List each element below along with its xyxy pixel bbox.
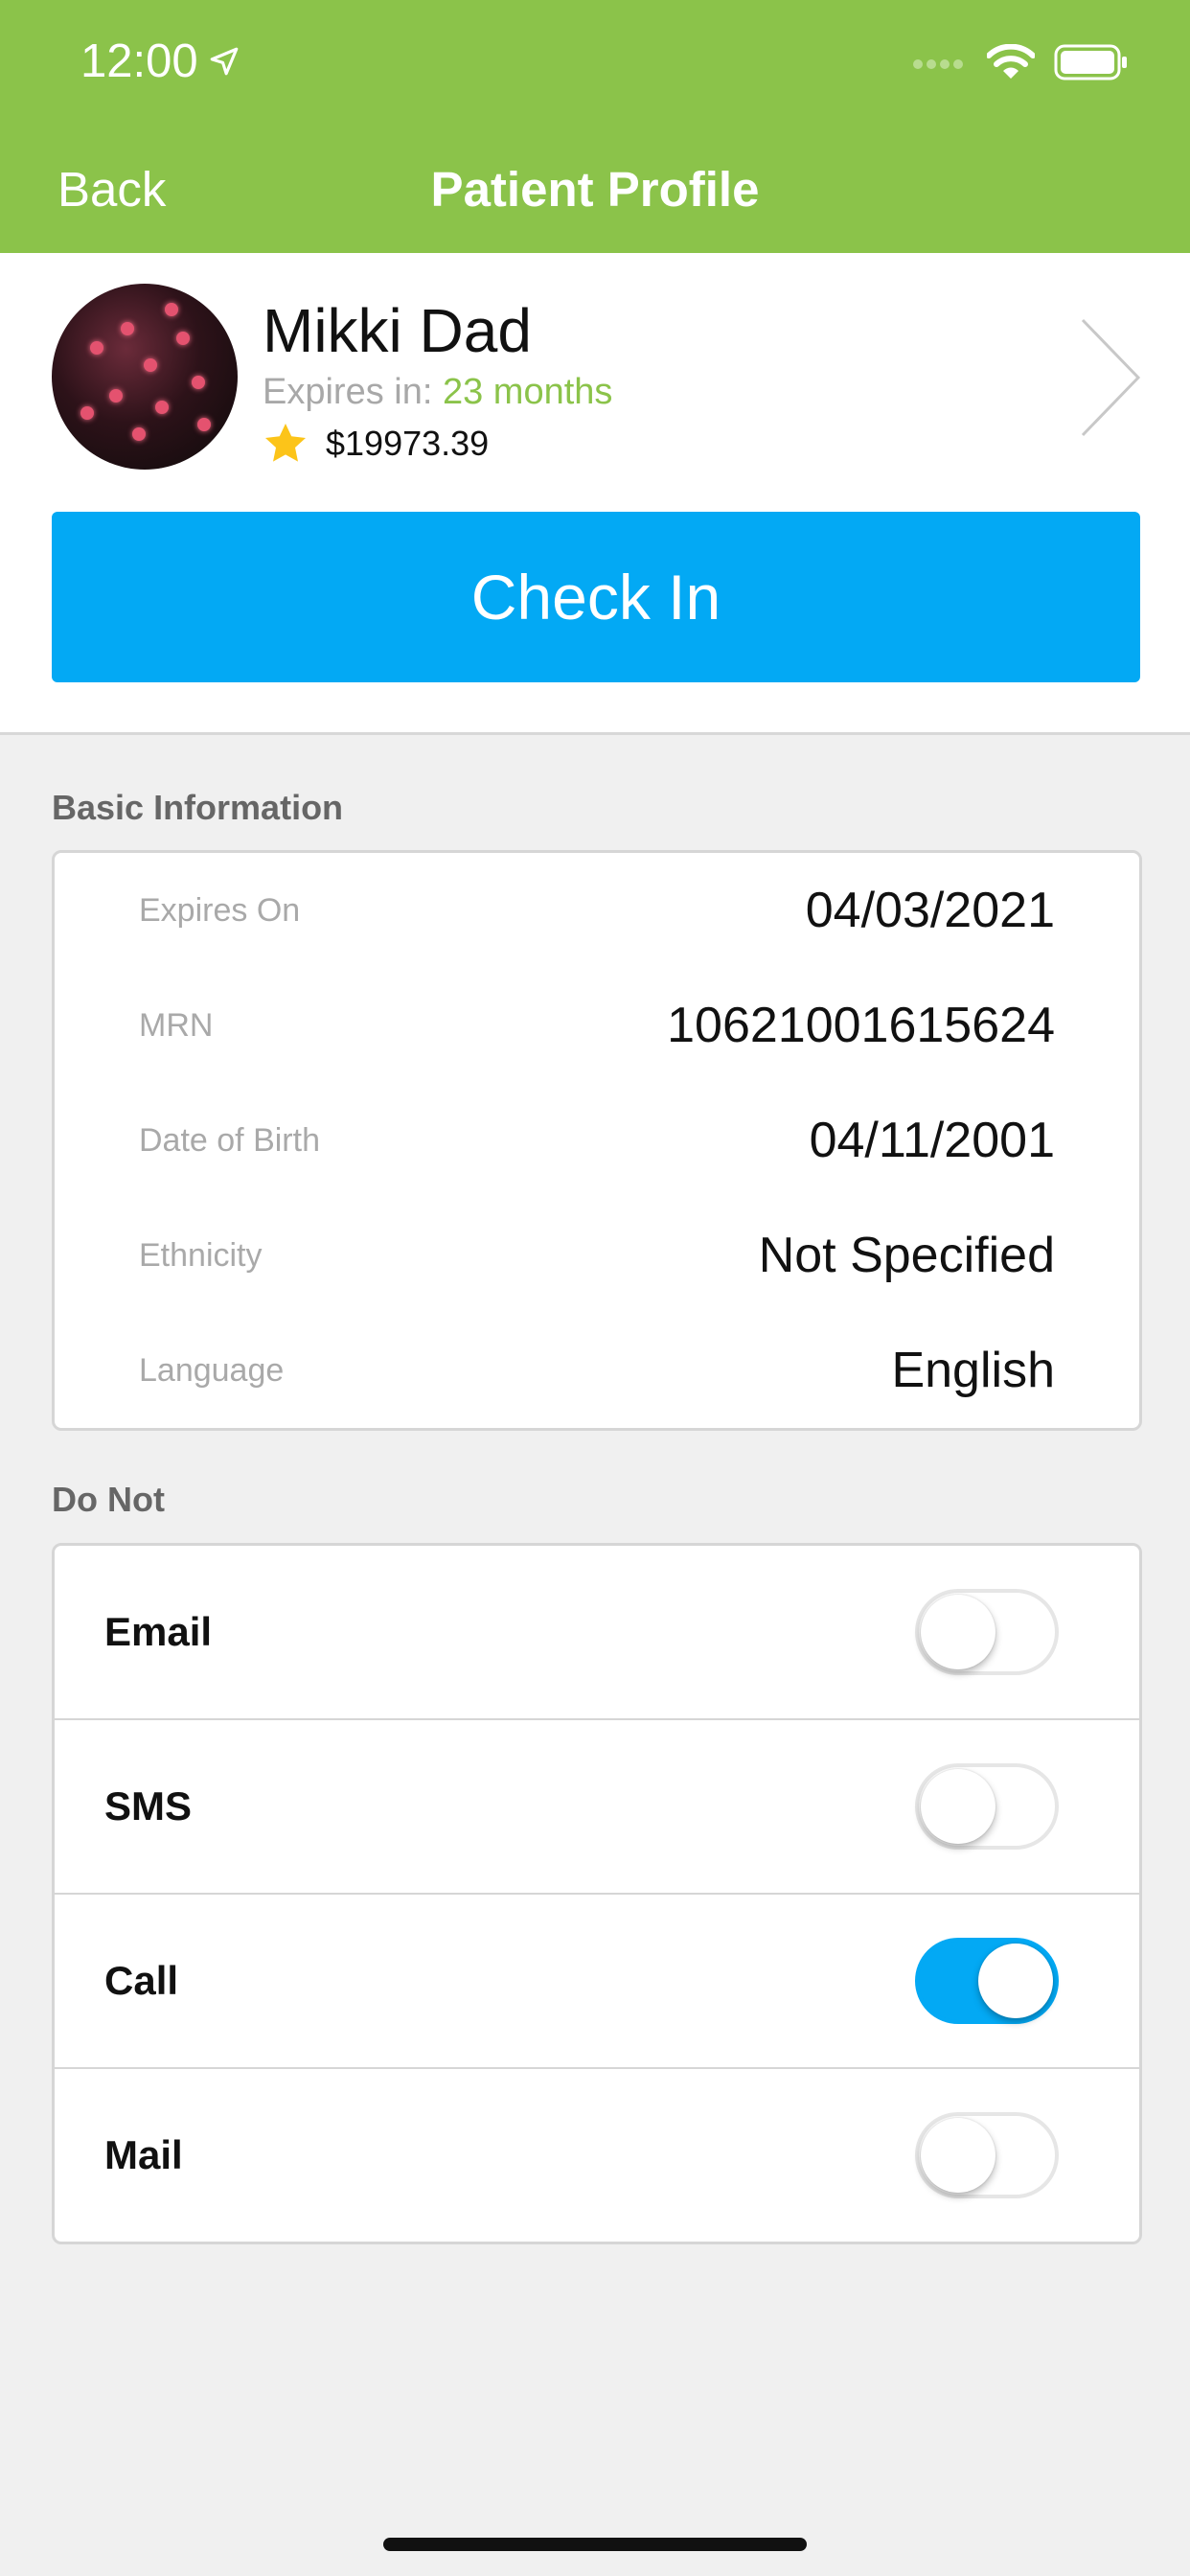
nav-header: 12:00 Back Patient Profile <box>0 0 1190 253</box>
toggle-label: Call <box>104 1958 179 2003</box>
expires-in-label: Expires in: <box>263 372 433 412</box>
info-label: Language <box>139 1351 285 1389</box>
info-label: Ethnicity <box>139 1236 263 1274</box>
sms-toggle[interactable] <box>915 1763 1059 1850</box>
toggle-label: Mail <box>104 2132 183 2177</box>
toggle-label: SMS <box>104 1783 193 1828</box>
toggle-row-mail: Mail <box>55 2069 1139 2242</box>
mail-toggle[interactable] <box>915 2112 1059 2198</box>
info-value: Not Specified <box>758 1228 1055 1283</box>
toggle-row-call: Call <box>55 1895 1139 2069</box>
expires-in-value: 23 months <box>442 372 613 412</box>
toggle-knob <box>921 1595 995 1669</box>
basic-info-card: Expires On 04/03/2021 MRN 10621001615624… <box>52 850 1142 1431</box>
toggle-knob <box>921 1769 995 1844</box>
email-toggle[interactable] <box>915 1589 1059 1675</box>
profile-card: Mikki Dad Expires in: 23 months $19973.3… <box>0 253 1190 735</box>
call-toggle[interactable] <box>915 1938 1059 2024</box>
toggle-knob <box>978 1944 1053 2018</box>
status-time-text: 12:00 <box>80 35 198 87</box>
info-value: 04/11/2001 <box>809 1113 1055 1168</box>
page-title: Patient Profile <box>430 162 760 217</box>
toggle-knob <box>921 2118 995 2193</box>
info-row-expires-on: Expires On 04/03/2021 <box>55 853 1139 968</box>
status-time: 12:00 <box>80 34 240 88</box>
wifi-icon <box>987 44 1035 79</box>
basic-info-title: Basic Information <box>52 788 344 827</box>
info-value: 10621001615624 <box>667 998 1055 1053</box>
check-in-button[interactable]: Check In <box>52 512 1140 682</box>
home-indicator[interactable] <box>383 2538 807 2551</box>
do-not-card: Email SMS Call Mail <box>52 1543 1142 2244</box>
location-arrow-icon <box>210 47 238 76</box>
info-label: Expires On <box>139 891 301 929</box>
info-value: English <box>891 1343 1055 1398</box>
info-label: MRN <box>139 1006 214 1044</box>
toggle-row-email: Email <box>55 1546 1139 1720</box>
signal-icon <box>913 59 963 69</box>
battery-icon <box>1054 44 1127 80</box>
expires-in: Expires in: 23 months <box>263 372 612 413</box>
info-row-date-of-birth: Date of Birth 04/11/2001 <box>55 1083 1139 1198</box>
info-label: Date of Birth <box>139 1121 320 1159</box>
do-not-title: Do Not <box>52 1480 165 1519</box>
info-row-language: Language English <box>55 1313 1139 1428</box>
toggle-label: Email <box>104 1609 213 1654</box>
avatar <box>52 284 238 470</box>
balance-amount: $19973.39 <box>326 424 490 463</box>
info-row-ethnicity: Ethnicity Not Specified <box>55 1198 1139 1313</box>
balance: $19973.39 <box>263 422 489 466</box>
info-value: 04/03/2021 <box>805 883 1055 938</box>
star-icon <box>265 424 306 462</box>
chevron-right-icon[interactable] <box>1077 316 1144 439</box>
info-row-mrn: MRN 10621001615624 <box>55 968 1139 1083</box>
toggle-row-sms: SMS <box>55 1720 1139 1895</box>
patient-name: Mikki Dad <box>263 296 532 365</box>
status-icons <box>912 44 1129 80</box>
